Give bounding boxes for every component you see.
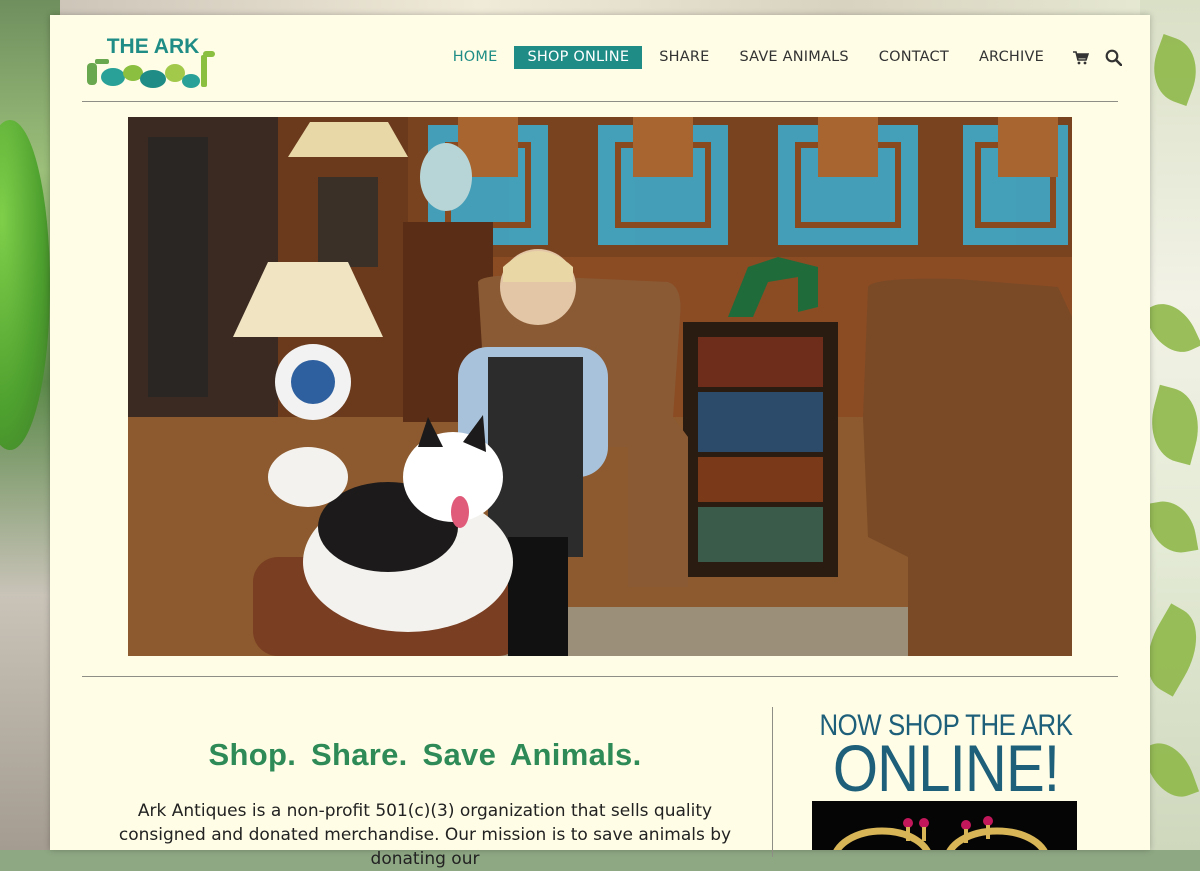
content-page: THE ARK HOME SHOP ONLINE SHARE SAVE ANIM… [50, 15, 1150, 869]
logo-animal [140, 70, 166, 88]
logo-animal [95, 59, 109, 64]
nav-contact[interactable]: CONTACT [866, 46, 962, 69]
hero-image [128, 117, 1072, 656]
nav-save-animals[interactable]: SAVE ANIMALS [726, 46, 861, 69]
hero-divider [82, 676, 1118, 677]
logo-animal [182, 74, 200, 88]
logo-animal [123, 65, 143, 81]
nav-home[interactable]: HOME [440, 46, 511, 69]
logo-animal [87, 63, 97, 85]
column-divider [772, 707, 773, 857]
intro-paragraph: Ark Antiques is a non-profit 501(c)(3) o… [118, 801, 732, 869]
logo-animal [201, 55, 207, 87]
main-navigation: HOME SHOP ONLINE SHARE SAVE ANIMALS CONT… [436, 46, 1122, 69]
background-top-strip [0, 0, 1200, 16]
search-icon[interactable] [1105, 49, 1122, 66]
nav-shop-online[interactable]: SHOP ONLINE [514, 46, 643, 69]
logo-animal [101, 68, 125, 86]
nav-archive[interactable]: ARCHIVE [966, 46, 1057, 69]
promo-line-2[interactable]: ONLINE! [809, 735, 1084, 801]
logo-animal [203, 51, 215, 57]
page-headline: Shop. Share. Save Animals. [208, 737, 642, 772]
logo-text: THE ARK [107, 35, 200, 58]
cart-icon[interactable] [1073, 50, 1089, 65]
jewelry-promo-image[interactable] [812, 801, 1077, 850]
ark-logo[interactable]: THE ARK [83, 33, 219, 93]
header-divider [82, 101, 1118, 102]
nav-share[interactable]: SHARE [646, 46, 722, 69]
logo-animal [165, 64, 185, 82]
